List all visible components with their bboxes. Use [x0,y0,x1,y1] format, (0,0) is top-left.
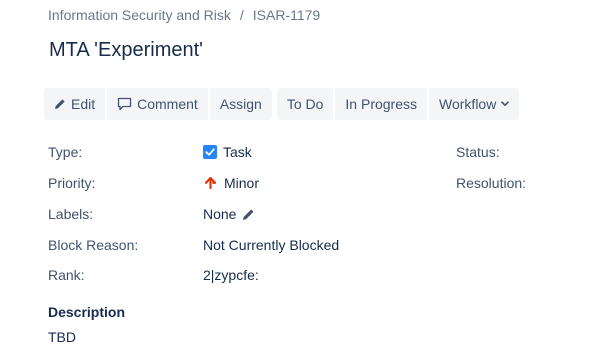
description-heading: Description [48,304,126,320]
priority-value-text: Minor [224,175,260,191]
pencil-icon [54,98,66,110]
breadcrumb-issue-key-link[interactable]: ISAR-1179 [253,7,320,23]
arrow-up-icon [205,177,216,189]
type-value-text: Task [223,144,252,160]
workflow-group: To Do In Progress Workflow [276,88,520,120]
to-do-button[interactable]: To Do [276,88,334,120]
task-checkbox-icon [203,145,217,159]
issue-toolbar: Edit Comment Assign To Do In Progress Wo… [44,88,520,120]
comment-button-label: Comment [137,96,198,112]
labels-value-text: None [203,206,237,222]
comment-icon [117,97,132,111]
edit-button-label: Edit [71,96,96,112]
rank-label: Rank: [48,267,85,283]
pencil-icon[interactable] [242,208,255,221]
in-progress-button[interactable]: In Progress [335,88,428,120]
labels-value[interactable]: None [203,206,255,222]
labels-label: Labels: [48,206,94,222]
type-label: Type: [48,144,83,160]
comment-button[interactable]: Comment [107,88,208,120]
type-value[interactable]: Task [203,144,252,160]
chevron-down-icon [501,101,510,107]
workflow-dropdown-button[interactable]: Workflow [429,88,520,120]
priority-label: Priority: [48,175,96,191]
priority-value[interactable]: Minor [205,175,259,191]
breadcrumb-separator: / [239,7,244,23]
breadcrumb-project-link[interactable]: Information Security and Risk [48,7,231,23]
edit-button[interactable]: Edit [44,88,106,120]
edit-group: Edit Comment Assign [44,88,272,120]
resolution-label: Resolution: [456,175,527,191]
assign-button[interactable]: Assign [209,88,272,120]
rank-value[interactable]: 2|zypcfe: [203,267,259,283]
status-label: Status: [456,144,500,160]
issue-title[interactable]: MTA 'Experiment' [49,39,203,62]
description-text[interactable]: TBD [48,329,76,345]
block-reason-value[interactable]: Not Currently Blocked [203,237,339,253]
block-reason-label: Block Reason: [48,237,139,253]
workflow-button-label: Workflow [439,96,497,112]
breadcrumb: Information Security and Risk / ISAR-1179 [48,7,320,23]
